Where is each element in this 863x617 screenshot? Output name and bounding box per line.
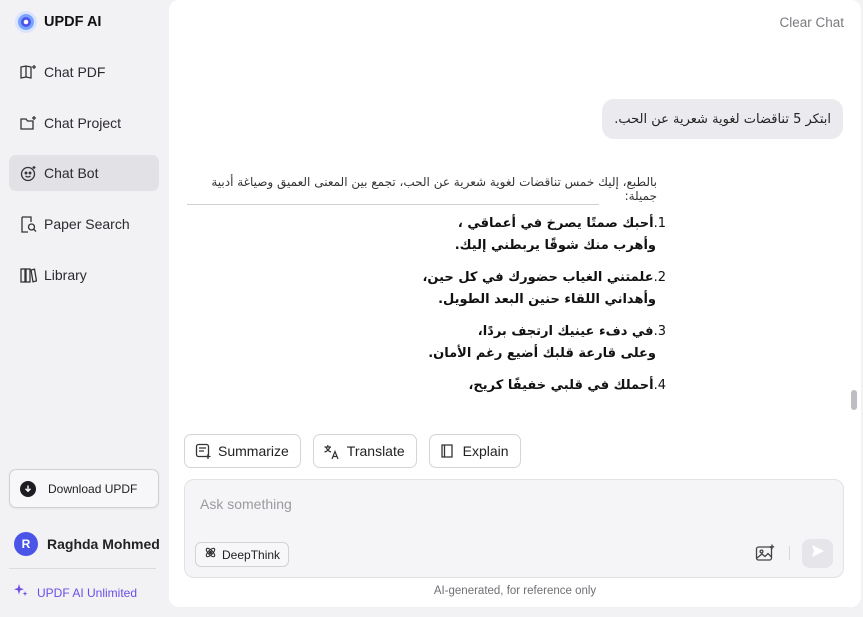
doc-search-icon [19, 215, 37, 233]
item-number: 3. [653, 324, 666, 339]
download-updf-button[interactable]: Download UPDF [9, 469, 159, 508]
download-icon [20, 480, 36, 497]
item-number: 4. [653, 378, 666, 393]
summarize-button[interactable]: Summarize [184, 434, 301, 468]
brand[interactable]: UPDF AI [15, 11, 101, 33]
message-composer: DeepThink [184, 479, 844, 578]
translate-label: Translate [346, 443, 405, 459]
download-label: Download UPDF [48, 481, 138, 496]
explain-label: Explain [462, 443, 509, 459]
ai-disclaimer: AI-generated, for reference only [433, 585, 597, 597]
avatar: R [14, 532, 38, 556]
sidebar-item-label: Paper Search [44, 216, 130, 232]
composer-separator [789, 546, 790, 560]
poem-line: علمتني الغياب حضورك في كل حين، [422, 270, 654, 285]
atom-icon [204, 546, 217, 564]
list-item: 2.علمتني الغياب حضورك في كل حين، وأهداني… [422, 267, 666, 311]
answer-divider [187, 204, 599, 205]
sidebar-item-label: Chat Bot [44, 165, 99, 181]
answer-poem-list: 1.أحبك صمتًا يصرخ في أعماقي ، وأهرب منك … [422, 213, 666, 407]
chat-scrollbar[interactable] [851, 390, 857, 410]
user-message-bubble: ابتكر 5 تناقضات لغوية شعرية عن الحب. [602, 99, 843, 139]
list-item: 1.أحبك صمتًا يصرخ في أعماقي ، وأهرب منك … [454, 213, 666, 257]
sidebar-item-label: Library [44, 267, 87, 283]
unlimited-label: UPDF AI Unlimited [37, 585, 138, 600]
updf-ai-unlimited-link[interactable]: UPDF AI Unlimited [14, 583, 137, 602]
poem-line: وأهرب منك شوقًا يربطني إليك. [454, 238, 656, 253]
updf-logo-icon [15, 11, 37, 33]
translate-icon [323, 442, 341, 460]
quick-actions: Summarize Translate Explain [184, 434, 521, 468]
send-icon [811, 544, 825, 563]
sidebar-item-library[interactable]: Library [9, 257, 159, 293]
user-profile[interactable]: R Raghda Mohmed [14, 532, 160, 556]
item-number: 1. [653, 216, 666, 231]
translate-button[interactable]: Translate [312, 434, 417, 468]
sidebar-item-chat-project[interactable]: Chat Project [9, 105, 159, 141]
poem-line: وأهداني اللقاء حنين البعد الطويل. [438, 292, 656, 307]
clear-chat-button[interactable]: Clear Chat [779, 15, 844, 30]
library-icon [19, 266, 37, 284]
list-item: 4.أحملك في قلبي خفيفًا كريح، [459, 375, 666, 397]
sidebar-item-label: Chat Project [44, 115, 122, 131]
sidebar-item-paper-search[interactable]: Paper Search [9, 206, 159, 242]
poem-line: وعلى قارعة قلبك أضيع رغم الأمان. [428, 346, 656, 361]
explain-button[interactable]: Explain [428, 434, 521, 468]
brand-name: UPDF AI [44, 14, 102, 30]
poem-line: في دفء عينيك ارتجف بردًا، [477, 324, 654, 339]
sidebar-item-chat-bot[interactable]: Chat Bot [9, 155, 159, 191]
sparkle-icon [14, 583, 28, 602]
chat-panel: Clear Chat ابتكر 5 تناقضات لغوية شعرية ع… [169, 0, 861, 607]
summarize-icon [194, 442, 212, 460]
deepthink-label: DeepThink [222, 547, 281, 562]
sidebar-item-label: Chat PDF [44, 64, 106, 80]
item-number: 2. [653, 270, 666, 285]
message-input[interactable] [200, 494, 760, 514]
image-upload-icon[interactable] [755, 544, 775, 562]
poem-line: أحبك صمتًا يصرخ في أعماقي ، [457, 216, 654, 231]
book-icon [439, 442, 457, 460]
bot-face-icon [19, 164, 37, 182]
send-button[interactable] [802, 539, 833, 568]
book-sparkle-icon [19, 63, 37, 81]
deepthink-toggle[interactable]: DeepThink [195, 542, 290, 567]
summarize-label: Summarize [218, 443, 289, 459]
answer-intro: بالطبع، إليك خمس تناقضات لغوية شعرية عن … [211, 175, 657, 203]
sidebar-item-chat-pdf[interactable]: Chat PDF [9, 54, 159, 90]
folder-sparkle-icon [19, 114, 37, 132]
sidebar: UPDF AI Chat PDF Chat Project Chat Bot P… [0, 0, 169, 617]
poem-line: أحملك في قلبي خفيفًا كريح، [468, 378, 654, 393]
list-item: 3.في دفء عينيك ارتجف بردًا، وعلى قارعة ق… [428, 321, 666, 365]
sidebar-divider [9, 568, 156, 569]
user-name: Raghda Mohmed [47, 536, 160, 552]
